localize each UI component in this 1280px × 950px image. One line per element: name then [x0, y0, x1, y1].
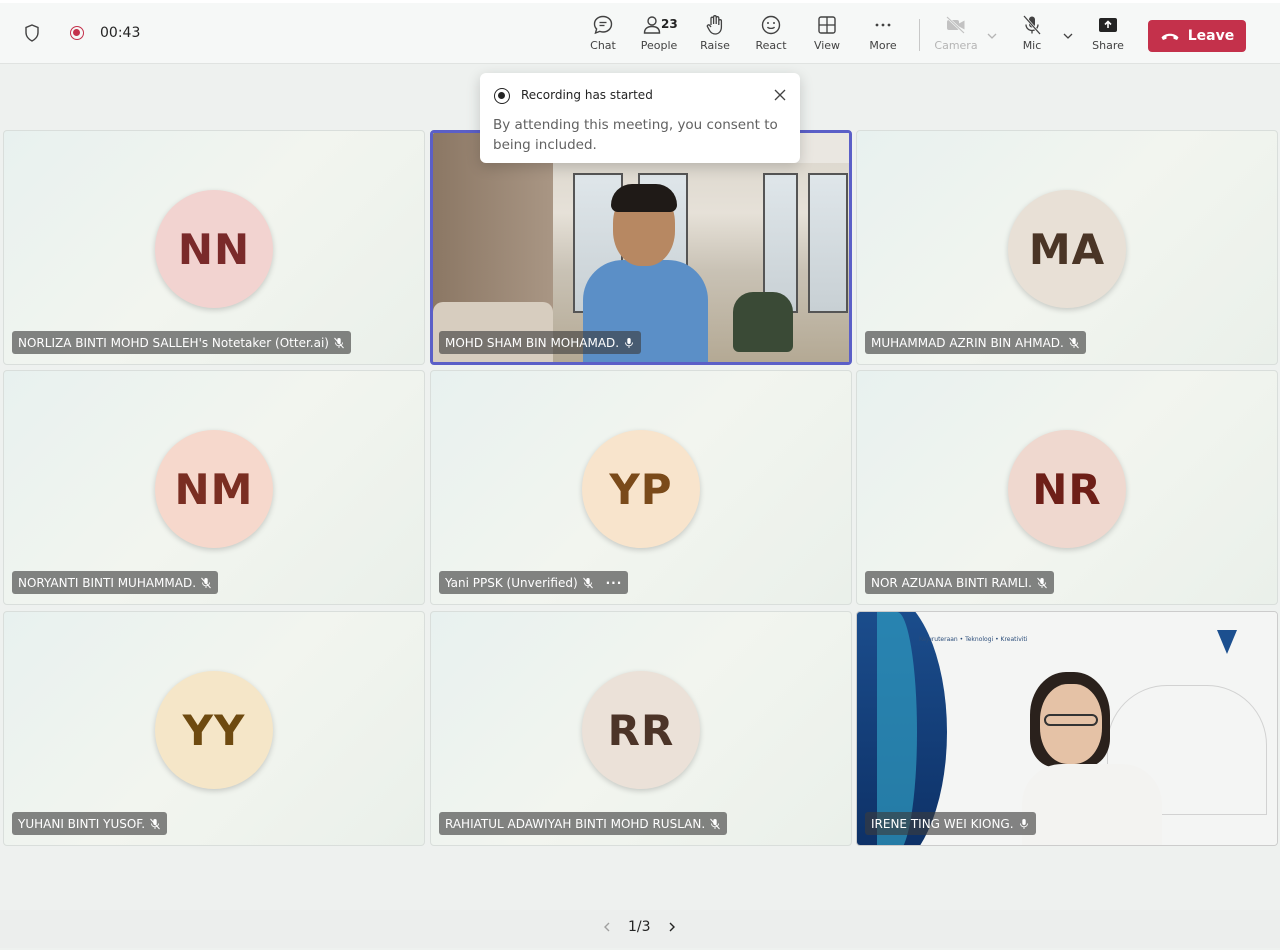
mic-icon	[1019, 818, 1028, 829]
avatar: MA	[1008, 190, 1126, 308]
grid-view-icon	[818, 16, 836, 34]
avatar: RR	[582, 671, 700, 789]
camera-button[interactable]: Camera	[928, 13, 984, 59]
record-icon	[494, 88, 510, 104]
people-label: People	[640, 39, 678, 52]
camera-off-icon	[946, 16, 965, 34]
mic-icon	[625, 337, 634, 348]
mic-label: Mic	[1022, 39, 1042, 52]
more-button[interactable]: More	[855, 13, 911, 59]
participant-tile-video[interactable]: MOHD SHAM BIN MOHAMAD.	[430, 130, 852, 365]
mic-options-chevron-down-icon[interactable]	[1061, 29, 1075, 43]
avatar: YY	[155, 671, 273, 789]
raise-label: Raise	[700, 39, 730, 52]
react-label: React	[755, 39, 787, 52]
chat-label: Chat	[590, 39, 616, 52]
share-icon	[1099, 18, 1117, 32]
participant-tile[interactable]: YY YUHANI BINTI YUSOF.	[3, 611, 425, 846]
participant-name-tag: NORYANTI BINTI MUHAMMAD.	[12, 571, 219, 594]
meeting-info: 00:43	[22, 23, 140, 43]
hand-icon	[706, 15, 723, 35]
notification-body: By attending this meeting, you consent t…	[493, 117, 778, 153]
avatar: NM	[155, 430, 273, 548]
camera-label: Camera	[934, 39, 978, 52]
participant-name-tag: MUHAMMAD AZRIN BIN AHMAD.	[865, 331, 1086, 354]
mic-button[interactable]: Mic	[1004, 13, 1060, 59]
participant-name: MOHD SHAM BIN MOHAMAD.	[445, 335, 620, 350]
video-feed: Kejuruteraan • Teknologi • Kreativiti	[857, 612, 1277, 845]
share-button[interactable]: Share	[1080, 13, 1136, 59]
participant-more-options[interactable]: ···	[606, 576, 623, 590]
react-button[interactable]: React	[743, 13, 799, 59]
participant-name-tag: RAHIATUL ADAWIYAH BINTI MOHD RUSLAN.	[439, 812, 728, 835]
participant-video-person	[1022, 672, 1162, 845]
mic-off-icon	[1023, 15, 1041, 35]
participant-name-tag: YUHANI BINTI YUSOF.	[12, 812, 168, 835]
participant-name-tag: IRENE TING WEI KIONG.	[865, 812, 1036, 835]
gallery-pager: 1/3	[600, 919, 679, 935]
chat-icon	[593, 15, 613, 35]
participant-name: NORYANTI BINTI MUHAMMAD.	[18, 575, 197, 590]
participant-tile[interactable]: NR NOR AZUANA BINTI RAMLI.	[856, 370, 1278, 605]
smiley-icon	[761, 15, 781, 35]
chat-button[interactable]: Chat	[575, 13, 631, 59]
share-label: Share	[1092, 39, 1124, 52]
participant-tile-video[interactable]: Kejuruteraan • Teknologi • Kreativiti IR…	[856, 611, 1278, 846]
slide-tagline: Kejuruteraan • Teknologi • Kreativiti	[919, 636, 1028, 643]
avatar: NN	[155, 190, 273, 308]
meeting-toolbar: 00:43 Chat 23 People Raise React View Mo…	[0, 0, 1280, 64]
participant-tile[interactable]: NN NORLIZA BINTI MOHD SALLEH's Notetaker…	[3, 130, 425, 365]
page-indicator: 1/3	[628, 919, 651, 935]
mic-muted-icon	[1037, 577, 1047, 588]
university-logo-icon	[1217, 630, 1237, 654]
phone-hangup-icon	[1161, 33, 1179, 40]
leave-label: Leave	[1187, 28, 1235, 44]
raise-hand-button[interactable]: Raise	[687, 13, 743, 59]
participant-name: RAHIATUL ADAWIYAH BINTI MOHD RUSLAN.	[445, 816, 706, 831]
mic-muted-icon	[1068, 337, 1079, 348]
mic-muted-icon	[201, 577, 211, 588]
participant-tile[interactable]: RR RAHIATUL ADAWIYAH BINTI MOHD RUSLAN.	[430, 611, 852, 846]
avatar: NR	[1008, 430, 1126, 548]
call-timer: 00:43	[100, 25, 141, 41]
mic-muted-icon	[710, 818, 721, 829]
next-page-chevron-right-icon[interactable]	[665, 920, 679, 934]
mic-muted-icon	[582, 577, 593, 588]
participant-name-tag: MOHD SHAM BIN MOHAMAD.	[439, 331, 642, 354]
participant-name: Yani PPSK (Unverified)	[445, 575, 578, 590]
view-button[interactable]: View	[799, 13, 855, 59]
camera-options-chevron-down-icon[interactable]	[985, 29, 999, 43]
view-label: View	[813, 39, 841, 52]
participant-name-tag: NOR AZUANA BINTI RAMLI.	[865, 571, 1054, 594]
participant-name-tag: NORLIZA BINTI MOHD SALLEH's Notetaker (O…	[12, 331, 351, 354]
participant-tile[interactable]: YP Yani PPSK (Unverified) ···	[430, 370, 852, 605]
participant-tile[interactable]: NM NORYANTI BINTI MUHAMMAD.	[3, 370, 425, 605]
recording-notification: Recording has started By attending this …	[480, 73, 800, 163]
ellipsis-icon	[875, 23, 891, 27]
participant-name: NOR AZUANA BINTI RAMLI.	[871, 575, 1032, 590]
mic-muted-icon	[334, 337, 344, 348]
shield-icon[interactable]	[22, 23, 42, 43]
notification-title: Recording has started	[521, 88, 653, 102]
participant-name: NORLIZA BINTI MOHD SALLEH's Notetaker (O…	[18, 335, 329, 350]
mic-muted-icon	[150, 818, 160, 829]
participant-name: MUHAMMAD AZRIN BIN AHMAD.	[871, 335, 1064, 350]
people-count-badge: 23	[661, 17, 678, 31]
toolbar-divider	[919, 19, 920, 51]
participant-name: IRENE TING WEI KIONG.	[871, 816, 1014, 831]
participant-name: YUHANI BINTI YUSOF.	[18, 816, 146, 831]
avatar: YP	[582, 430, 700, 548]
participant-name-tag: Yani PPSK (Unverified) ···	[439, 571, 629, 594]
leave-button[interactable]: Leave	[1148, 20, 1246, 52]
people-button[interactable]: 23 People	[631, 13, 687, 59]
more-label: More	[869, 39, 897, 52]
video-feed	[433, 133, 849, 362]
recording-indicator-icon	[70, 26, 84, 40]
previous-page-chevron-left-icon[interactable]	[600, 920, 614, 934]
participant-tile[interactable]: MA MUHAMMAD AZRIN BIN AHMAD.	[856, 130, 1278, 365]
close-icon[interactable]	[772, 87, 788, 103]
